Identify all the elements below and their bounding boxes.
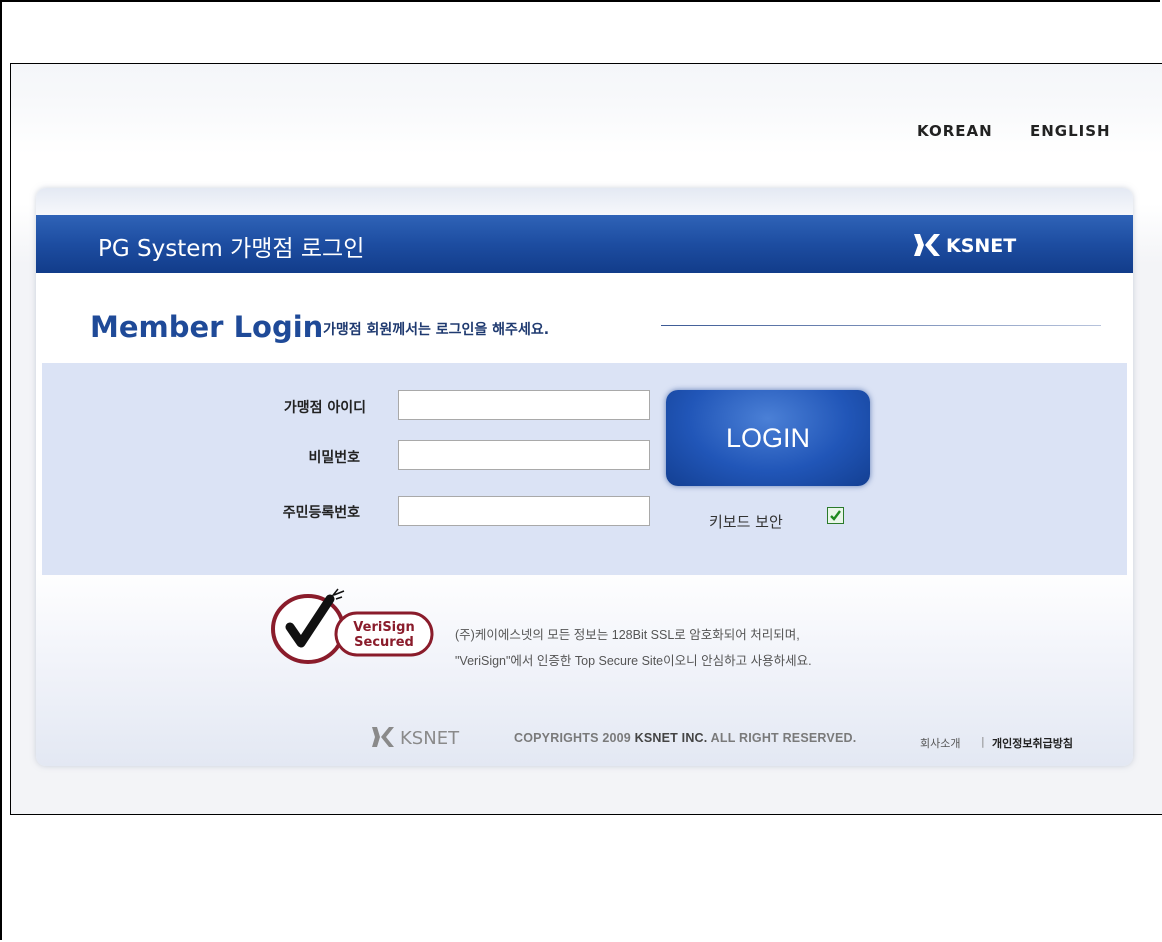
lang-english-link[interactable]: ENGLISH — [1030, 122, 1111, 140]
footer-separator: | — [981, 735, 985, 748]
title-divider — [661, 325, 1101, 326]
keyboard-security-label: 키보드 보안 — [709, 513, 783, 531]
login-button[interactable]: LOGIN — [666, 390, 870, 486]
title-bar: PG System 가맹점 로그인 KSNET — [36, 215, 1133, 273]
merchant-id-label: 가맹점 아이디 — [283, 400, 366, 416]
copyright-company: KSNET INC. — [634, 731, 708, 745]
lang-korean-link[interactable]: KOREAN — [917, 122, 993, 140]
keyboard-security-checkbox[interactable] — [827, 507, 844, 524]
company-intro-link[interactable]: 회사소개 — [920, 735, 960, 751]
footer-logo-text: KSNET — [400, 728, 460, 749]
verisign-badge-line1: VeriSign — [353, 620, 414, 635]
ksnet-logo: KSNET — [914, 234, 1016, 257]
rrn-label: 주민등록번호 — [282, 505, 360, 521]
merchant-id-input[interactable] — [398, 390, 650, 420]
member-login-subtitle: 가맹점 회원께서는 로그인을 해주세요. — [323, 322, 550, 338]
page-title: PG System 가맹점 로그인 — [98, 236, 365, 262]
member-login-title: Member Login — [90, 310, 324, 344]
rrn-input[interactable] — [398, 496, 650, 526]
password-input[interactable] — [398, 440, 650, 470]
password-label: 비밀번호 — [308, 450, 360, 466]
verisign-notice-line1: (주)케이에스넷의 모든 정보는 128Bit SSL로 암호화되어 처리되며, — [455, 628, 800, 642]
copyright-text: COPYRIGHTS 2009 KSNET INC. ALL RIGHT RES… — [514, 731, 857, 745]
verisign-badge-line2: Secured — [354, 635, 414, 650]
privacy-policy-link[interactable]: 개인정보취급방침 — [992, 735, 1073, 751]
ksnet-logo-text: KSNET — [946, 235, 1016, 257]
verisign-notice-line2: "VeriSign"에서 인증한 Top Secure Site이오니 안심하고… — [455, 654, 812, 668]
verisign-secured-badge: VeriSign Secured — [271, 588, 434, 664]
check-icon — [830, 510, 841, 521]
footer-ksnet-logo: KSNET — [372, 727, 460, 749]
